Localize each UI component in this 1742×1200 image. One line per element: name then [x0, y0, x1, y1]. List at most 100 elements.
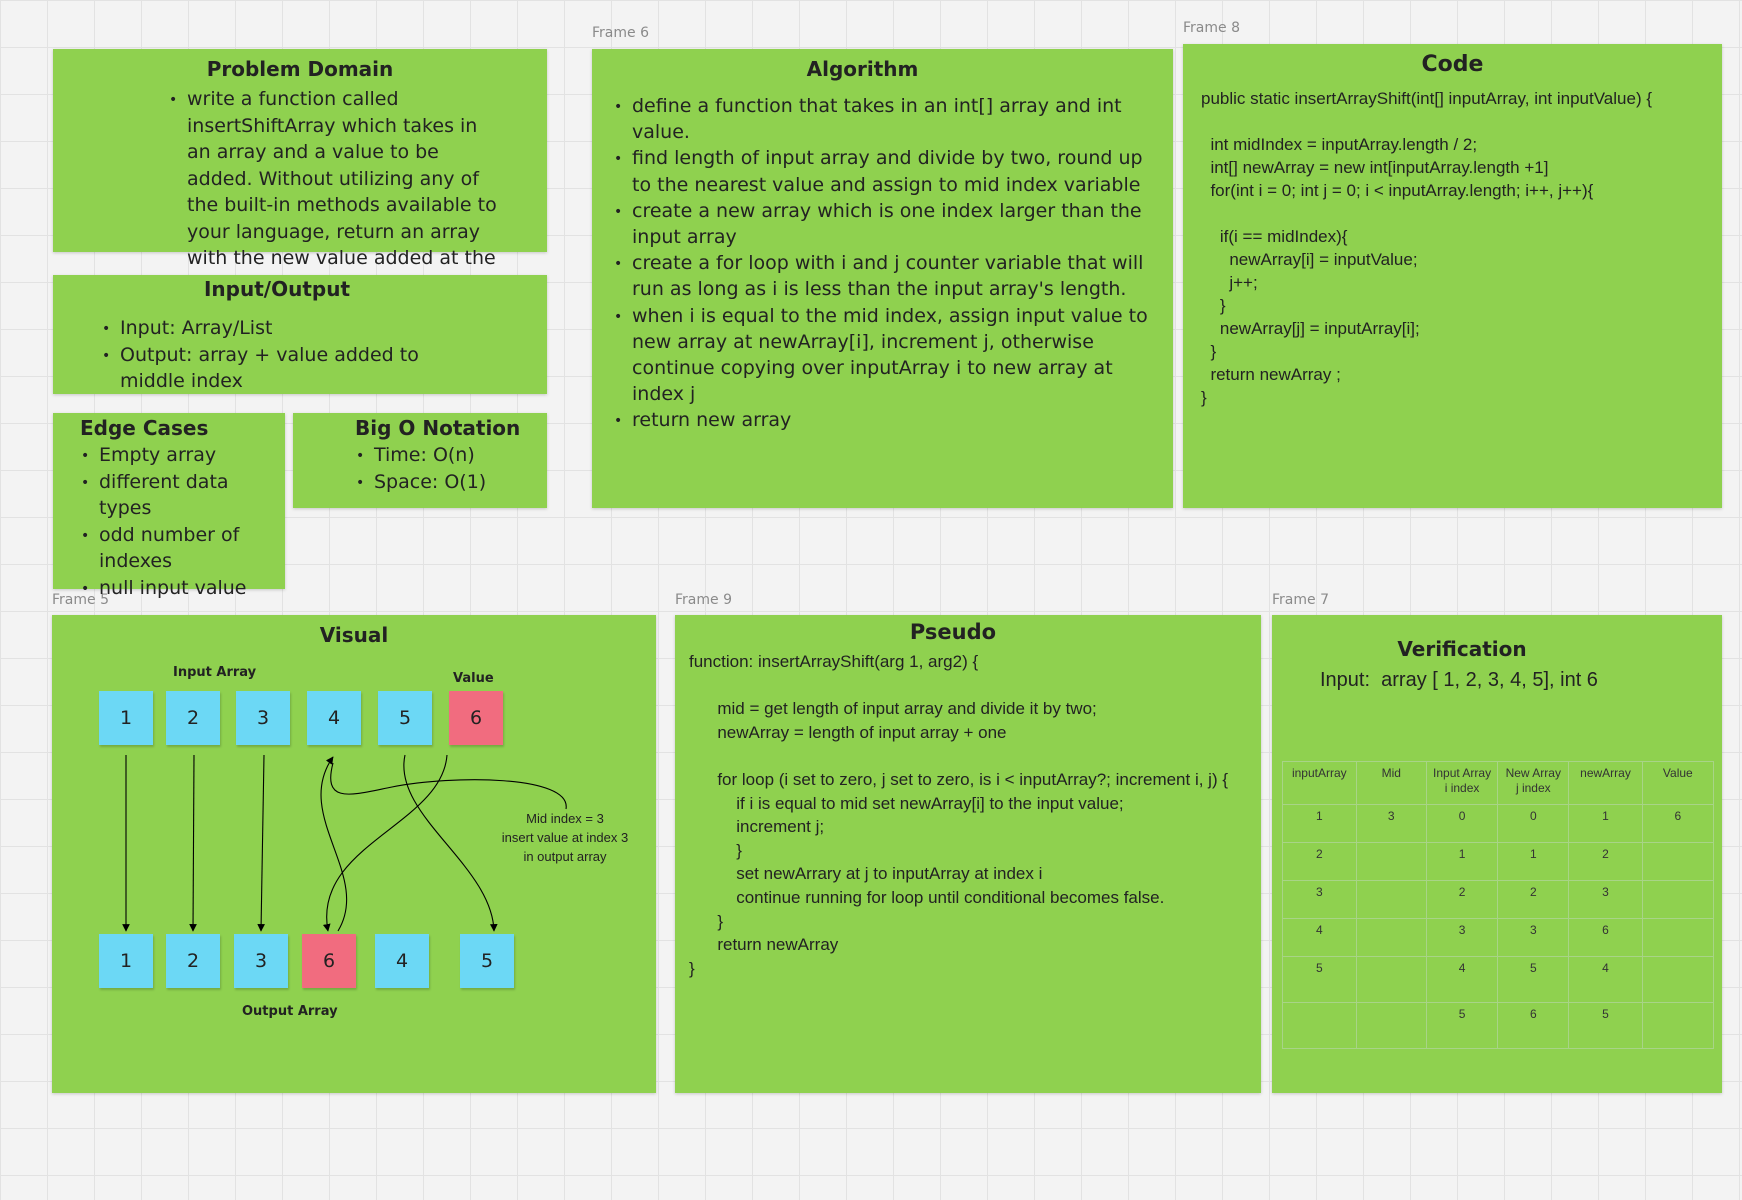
code-line: j++;	[1201, 273, 1258, 292]
edge-cases-title: Edge Cases	[80, 416, 209, 440]
algorithm-item: when i is equal to the mid index, assign…	[606, 303, 1153, 408]
verification-input: Input: array [ 1, 2, 3, 4, 5], int 6	[1320, 669, 1598, 691]
table-row: 5 4 5 4	[1282, 956, 1715, 1003]
table-cell: 1	[1568, 804, 1643, 843]
algorithm-item: create a new array which is one index la…	[606, 198, 1153, 250]
pseudo-line: increment j;	[689, 817, 825, 837]
output-sticky[interactable]: 6	[302, 934, 356, 988]
arrow	[320, 756, 348, 932]
code-line: return newArray ;	[1201, 365, 1341, 384]
algorithm-title: Algorithm	[806, 57, 919, 81]
output-sticky[interactable]: 2	[166, 934, 220, 988]
table-header-row: inputArray Mid Input Array i index New A…	[1282, 761, 1715, 805]
code-block: public static insertArrayShift(int[] inp…	[1201, 87, 1722, 409]
code-line: }	[1201, 388, 1207, 407]
input-output-list: Input: Array/List Output: array + value …	[94, 315, 487, 395]
code-line: }	[1201, 342, 1217, 361]
pseudo-line: for loop (i set to zero, j set to zero, …	[689, 769, 1229, 789]
table-header: Input Array i index	[1425, 761, 1499, 805]
table-cell: 2	[1497, 880, 1570, 919]
pseudo-block: function: insertArrayShift(arg 1, arg2) …	[689, 650, 1261, 980]
pseudo-line: newArray = length of input array + one	[689, 722, 1007, 742]
code-line: }	[1201, 296, 1226, 315]
table-cell: 3	[1568, 880, 1643, 919]
table-cell: 0	[1497, 804, 1570, 843]
pseudo-card[interactable]: Pseudo function: insertArrayShift(arg 1,…	[675, 615, 1261, 1093]
table-cell	[1641, 956, 1715, 1003]
table-cell	[1641, 1002, 1715, 1049]
frame-6-label[interactable]: Frame 6	[592, 25, 649, 41]
problem-domain-card[interactable]: Problem Domain write a function called i…	[53, 49, 547, 296]
output-sticky[interactable]: 4	[375, 934, 429, 988]
table-cell: 4	[1568, 956, 1643, 1003]
verification-table: inputArray Mid Input Array i index New A…	[1282, 761, 1715, 1049]
table-header: New Array j index	[1497, 761, 1570, 805]
table-cell	[1355, 918, 1427, 957]
frame-8-label[interactable]: Frame 8	[1183, 20, 1240, 36]
table-cell: 1	[1282, 804, 1357, 843]
table-cell: 0	[1425, 804, 1499, 843]
pseudo-line: mid = get length of input array and divi…	[689, 699, 1097, 719]
algorithm-card[interactable]: Algorithm define a function that takes i…	[592, 49, 1173, 508]
pseudo-title: Pseudo	[909, 620, 997, 644]
table-row: 1 3 0 0 1 6	[1282, 804, 1715, 843]
table-cell	[1641, 842, 1715, 881]
code-line: if(i == midIndex){	[1201, 227, 1348, 246]
verification-title: Verification	[1397, 637, 1527, 661]
code-line: int[] newArray = new int[inputArray.leng…	[1201, 158, 1549, 177]
code-card[interactable]: Code public static insertArrayShift(int[…	[1183, 44, 1722, 508]
table-cell: 3	[1425, 918, 1499, 957]
arrow	[257, 754, 265, 932]
big-o-card[interactable]: Big O Notation Time: O(n) Space: O(1)	[293, 413, 547, 508]
table-cell: 3	[1355, 804, 1427, 843]
table-cell	[1282, 1002, 1357, 1049]
table-row: 2 1 1 2	[1282, 842, 1715, 881]
input-output-card[interactable]: Input/Output Input: Array/List Output: a…	[53, 275, 547, 394]
frame-9-label[interactable]: Frame 9	[675, 592, 732, 608]
pseudo-line	[689, 744, 1261, 768]
pseudo-line: set newArrary at j to inputArray at inde…	[689, 864, 1043, 884]
table-header: newArray	[1568, 761, 1643, 805]
problem-domain-item: write a function called insertShiftArray…	[161, 86, 507, 298]
table-row: 5 6 5	[1282, 1002, 1715, 1049]
verification-card[interactable]: Verification Input: array [ 1, 2, 3, 4, …	[1272, 615, 1722, 1093]
big-o-title: Big O Notation	[355, 416, 521, 440]
big-o-list: Time: O(n) Space: O(1)	[348, 442, 537, 496]
input-output-title: Input/Output	[203, 277, 350, 301]
table-cell: 6	[1497, 1002, 1570, 1049]
arrow	[330, 762, 567, 810]
pseudo-line	[689, 674, 1261, 698]
input-output-item: Output: array + value added to middle in…	[94, 342, 487, 395]
frame-7-label[interactable]: Frame 7	[1272, 592, 1329, 608]
code-line: public static insertArrayShift(int[] inp…	[1201, 89, 1653, 108]
table-cell: 5	[1497, 956, 1570, 1003]
output-sticky[interactable]: 1	[99, 934, 153, 988]
note-line: in output array	[523, 849, 607, 864]
table-cell: 1	[1497, 842, 1570, 881]
code-line: int midIndex = inputArray.length / 2;	[1201, 135, 1478, 154]
table-cell: 5	[1568, 1002, 1643, 1049]
pseudo-line: }	[689, 840, 742, 860]
big-o-item: Time: O(n)	[348, 442, 537, 469]
table-cell: 5	[1282, 956, 1357, 1003]
output-sticky[interactable]: 5	[460, 934, 514, 988]
table-cell	[1641, 918, 1715, 957]
visual-card[interactable]: Visual Input Array Value 1 2 3 4 5 6 Mid…	[52, 615, 656, 1093]
big-o-item: Space: O(1)	[348, 469, 537, 495]
note-line: Mid index = 3	[526, 811, 604, 826]
edge-cases-card[interactable]: Edge Cases Empty array different data ty…	[53, 413, 285, 601]
pseudo-line: }	[689, 911, 724, 931]
table-cell: 4	[1282, 918, 1357, 957]
table-cell: 6	[1568, 918, 1643, 957]
algorithm-list: define a function that takes in an int[]…	[606, 93, 1153, 435]
table-header: inputArray	[1282, 761, 1357, 805]
table-row: 4 3 3 6	[1282, 918, 1715, 957]
table-cell: 1	[1425, 842, 1499, 881]
table-cell	[1641, 880, 1715, 919]
edge-cases-item: odd number of indexes	[73, 522, 275, 575]
mid-index-note: Mid index = 3 insert value at index 3 in…	[484, 809, 646, 866]
problem-domain-list: write a function called insertShiftArray…	[161, 86, 507, 298]
output-sticky[interactable]: 3	[234, 934, 288, 988]
arrow	[189, 754, 197, 932]
